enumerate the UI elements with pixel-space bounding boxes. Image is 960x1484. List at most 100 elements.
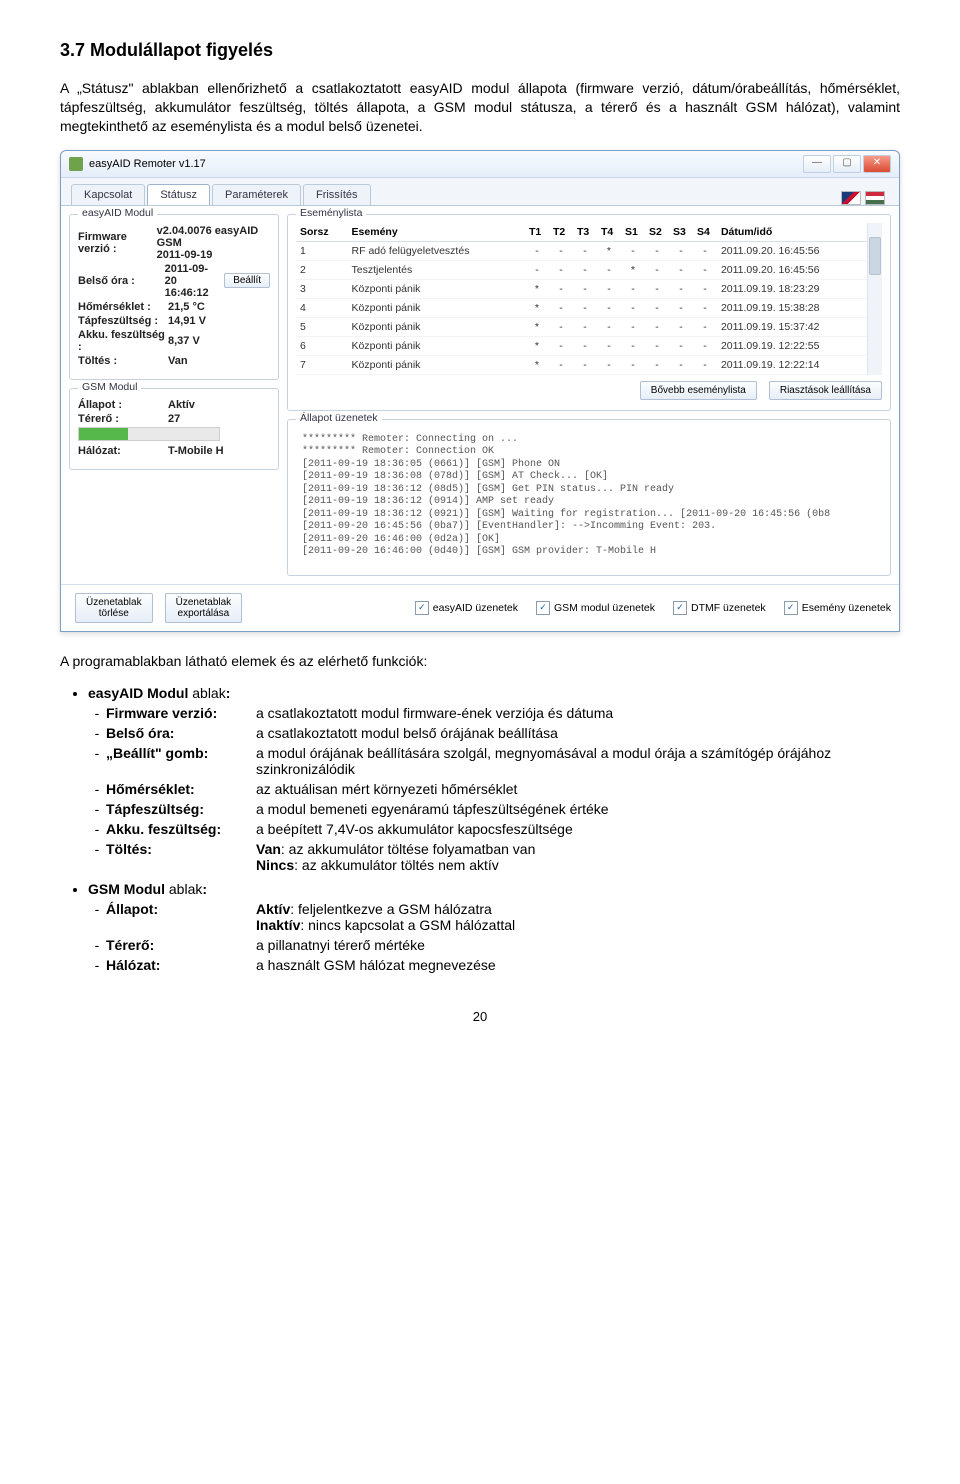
table-cell: - — [645, 317, 669, 336]
table-cell: 2 — [296, 260, 348, 279]
definition-row: -Hálózat:a használt GSM hálózat megnevez… — [88, 957, 900, 973]
stop-alarms-button[interactable]: Riasztások leállítása — [769, 381, 882, 400]
definition-term: Állapot: — [106, 901, 256, 933]
table-cell: 2011.09.19. 12:22:14 — [717, 355, 867, 374]
maximize-button[interactable]: ▢ — [833, 155, 861, 173]
table-cell: * — [525, 279, 549, 298]
table-row[interactable]: 6Központi pánik*-------2011.09.19. 12:22… — [296, 336, 867, 355]
th-t2: T2 — [549, 223, 573, 242]
definition-row: -Belső óra:a csatlakoztatott modul belső… — [88, 725, 900, 741]
table-cell: - — [621, 336, 645, 355]
table-cell: - — [693, 279, 717, 298]
features-intro: A programablakban látható elemek és az e… — [60, 652, 900, 671]
table-row[interactable]: 2Tesztjelentés----*---2011.09.20. 16:45:… — [296, 260, 867, 279]
table-cell: - — [669, 317, 693, 336]
table-cell: - — [597, 260, 621, 279]
table-row[interactable]: 3Központi pánik*-------2011.09.19. 18:23… — [296, 279, 867, 298]
chk-esemeny[interactable]: ✓Esemény üzenetek — [784, 601, 891, 615]
table-cell: - — [669, 355, 693, 374]
th-s2: S2 — [645, 223, 669, 242]
dash: - — [88, 781, 106, 797]
clear-messages-button[interactable]: Üzenetablak törlése — [75, 593, 153, 623]
table-cell: RF adó felügyeletvesztés — [348, 241, 525, 260]
table-cell: - — [669, 336, 693, 355]
table-cell: - — [525, 241, 549, 260]
table-cell: - — [693, 336, 717, 355]
chk-gsm[interactable]: ✓GSM modul üzenetek — [536, 601, 655, 615]
app-icon — [69, 157, 83, 171]
flag-uk-icon[interactable] — [841, 191, 861, 205]
th-s3: S3 — [669, 223, 693, 242]
flag-hu-icon[interactable] — [865, 191, 885, 205]
table-cell: - — [645, 298, 669, 317]
table-cell: - — [693, 317, 717, 336]
definition-term: Akku. feszültség: — [106, 821, 256, 837]
table-cell: - — [573, 298, 597, 317]
chk-dtmf[interactable]: ✓DTMF üzenetek — [673, 601, 766, 615]
tab-statusz[interactable]: Státusz — [147, 184, 210, 205]
table-cell: 3 — [296, 279, 348, 298]
table-cell: 4 — [296, 298, 348, 317]
table-cell: * — [597, 241, 621, 260]
more-events-button[interactable]: Bővebb eseménylista — [640, 381, 757, 400]
signal-value: 27 — [168, 413, 180, 425]
gsm-state-label: Állapot : — [78, 399, 168, 411]
signal-strength-bar — [78, 427, 220, 441]
status-messages-title: Állapot üzenetek — [296, 412, 382, 424]
table-row[interactable]: 1RF adó felügyeletvesztés---*----2011.09… — [296, 241, 867, 260]
set-clock-button[interactable]: Beállít — [224, 273, 270, 288]
definition-desc: Aktív: feljelentkezve a GSM hálózatraIna… — [256, 901, 900, 933]
table-cell: 2011.09.20. 16:45:56 — [717, 260, 867, 279]
tab-kapcsolat[interactable]: Kapcsolat — [71, 184, 145, 205]
table-cell: - — [693, 241, 717, 260]
close-button[interactable]: ✕ — [863, 155, 891, 173]
table-cell: 2011.09.19. 18:23:29 — [717, 279, 867, 298]
table-row[interactable]: 4Központi pánik*-------2011.09.19. 15:38… — [296, 298, 867, 317]
table-cell: - — [669, 279, 693, 298]
tab-parameterek[interactable]: Paraméterek — [212, 184, 301, 205]
table-cell: - — [573, 279, 597, 298]
table-row[interactable]: 7Központi pánik*-------2011.09.19. 12:22… — [296, 355, 867, 374]
clock-label: Belső óra : — [78, 275, 165, 287]
table-cell: - — [597, 355, 621, 374]
window-title: easyAID Remoter v1.17 — [89, 158, 206, 170]
table-cell: Központi pánik — [348, 355, 525, 374]
definition-term: Belső óra: — [106, 725, 256, 741]
eventlist-scrollbar[interactable] — [867, 223, 882, 375]
chk-esemeny-label: Esemény üzenetek — [802, 602, 891, 614]
easyaid-group-title: easyAID Modul — [78, 207, 157, 219]
table-cell: - — [621, 355, 645, 374]
table-cell: Tesztjelentés — [348, 260, 525, 279]
table-row[interactable]: 5Központi pánik*-------2011.09.19. 15:37… — [296, 317, 867, 336]
definition-term: Térerő: — [106, 937, 256, 953]
supply-value: 14,91 V — [168, 315, 206, 327]
table-cell: - — [621, 317, 645, 336]
scroll-thumb[interactable] — [869, 237, 881, 275]
table-cell: 2011.09.20. 16:45:56 — [717, 241, 867, 260]
network-label: Hálózat: — [78, 445, 168, 457]
status-messages-group: Állapot üzenetek ********* Remoter: Conn… — [287, 419, 891, 576]
minimize-button[interactable]: — — [803, 155, 831, 173]
definition-term: Firmware verzió: — [106, 705, 256, 721]
table-cell: 2011.09.19. 15:38:28 — [717, 298, 867, 317]
table-cell: * — [525, 298, 549, 317]
definition-block: easyAID Modul ablak:-Firmware verzió:a c… — [88, 685, 900, 873]
table-cell: - — [573, 317, 597, 336]
dash: - — [88, 705, 106, 721]
table-cell: 7 — [296, 355, 348, 374]
temp-value: 21,5 °C — [168, 301, 205, 313]
table-cell: - — [549, 336, 573, 355]
definition-row: -Állapot:Aktív: feljelentkezve a GSM hál… — [88, 901, 900, 933]
definition-desc: Van: az akkumulátor töltése folyamatban … — [256, 841, 900, 873]
easyaid-modul-group: easyAID Modul Firmware verzió : v2.04.00… — [69, 214, 279, 380]
table-cell: 1 — [296, 241, 348, 260]
chk-easyaid[interactable]: ✓easyAID üzenetek — [415, 601, 518, 615]
table-cell: - — [621, 279, 645, 298]
export-messages-button[interactable]: Üzenetablak exportálása — [165, 593, 243, 623]
gsm-group-title: GSM Modul — [78, 381, 141, 393]
definition-desc: a modul órájának beállítására szolgál, m… — [256, 745, 900, 777]
table-cell: - — [645, 355, 669, 374]
table-cell: - — [549, 298, 573, 317]
th-t1: T1 — [525, 223, 549, 242]
tab-frissites[interactable]: Frissítés — [303, 184, 371, 205]
